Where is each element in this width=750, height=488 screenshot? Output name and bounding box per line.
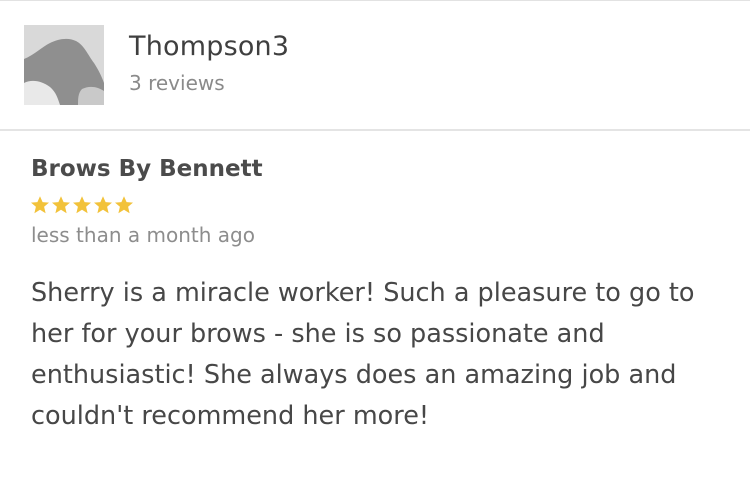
star-icon [52,196,70,214]
review-date: less than a month ago [31,223,255,247]
star-icon [73,196,91,214]
business-name[interactable]: Brows By Bennett [31,156,263,182]
review-count: 3 reviews [129,71,225,95]
default-user-avatar-icon [24,25,104,105]
review-body: Sherry is a miracle worker! Such a pleas… [31,278,695,431]
user-avatar[interactable] [24,25,104,105]
review-card: Brows By Bennett less than a month ago S… [0,131,750,488]
user-name[interactable]: Thompson3 [129,31,289,62]
star-icon [115,196,133,214]
user-header: Thompson3 3 reviews [0,1,750,129]
star-icon [31,196,49,214]
star-icon [94,196,112,214]
star-rating [30,195,134,215]
